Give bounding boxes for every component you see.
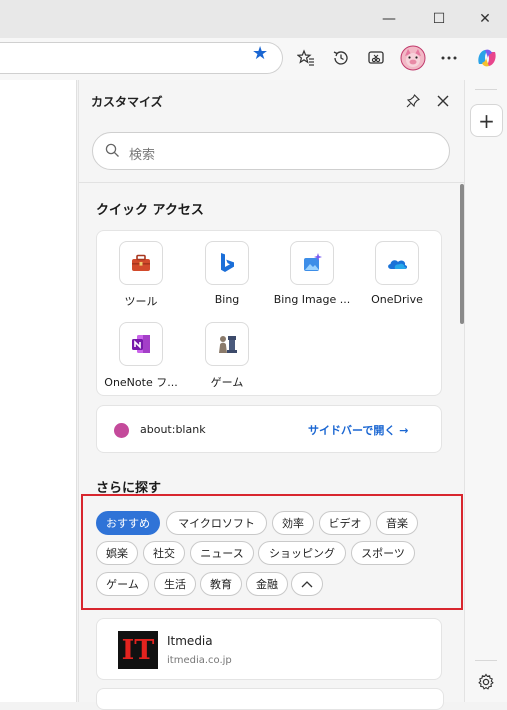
itmedia-logo: IT — [118, 631, 158, 669]
panel-title: カスタマイズ — [91, 95, 163, 109]
tag-video[interactable]: ビデオ — [319, 511, 371, 535]
site-url: itmedia.co.jp — [167, 655, 232, 666]
tag-recommended[interactable]: おすすめ — [96, 511, 160, 535]
quick-access-tile-tools[interactable]: ツール — [98, 231, 182, 308]
open-in-sidebar-card: about:blank サイドバーで開く → — [96, 405, 442, 453]
onedrive-icon — [375, 241, 419, 285]
more-options-icon[interactable] — [435, 44, 463, 72]
web-page-area — [0, 80, 77, 702]
tile-label: Bing — [214, 293, 240, 306]
search-icon — [105, 143, 120, 162]
search-input[interactable]: 検索 — [92, 132, 450, 170]
address-bar[interactable] — [0, 42, 283, 74]
tag-social[interactable]: 社交 — [143, 541, 185, 565]
quick-access-tile-bing[interactable]: Bing — [184, 231, 268, 306]
title-bar: — ☐ ✕ — [0, 0, 507, 38]
news-site-card[interactable]: IT Itmedia itmedia.co.jp — [96, 618, 442, 680]
tag-shopping[interactable]: ショッピング — [258, 541, 346, 565]
edge-sidebar: + — [464, 80, 507, 702]
tag-finance[interactable]: 金融 — [246, 572, 288, 596]
browser-toolbar: ★ — [0, 38, 507, 80]
tag-music[interactable]: 音楽 — [376, 511, 418, 535]
divider — [475, 89, 497, 90]
site-name: Itmedia — [167, 634, 213, 648]
tag-lifestyle[interactable]: 生活 — [154, 572, 196, 596]
chess-icon — [205, 322, 249, 366]
plus-icon: + — [478, 108, 495, 133]
add-sidebar-app-button[interactable]: + — [470, 104, 503, 137]
blank-page-url: about:blank — [140, 423, 206, 436]
close-panel-icon[interactable] — [432, 90, 454, 112]
gear-icon[interactable] — [477, 673, 495, 695]
close-window-button[interactable]: ✕ — [462, 0, 507, 38]
divider — [475, 660, 497, 661]
tag-sports[interactable]: スポーツ — [351, 541, 415, 565]
quick-access-title: クイック アクセス — [96, 203, 204, 218]
quick-access-card: ツール Bing Bing Image ... OneDrive OneNote… — [96, 230, 442, 396]
chevron-up-icon — [301, 581, 313, 588]
tag-news[interactable]: ニュース — [190, 541, 254, 565]
tile-label: ゲーム — [210, 376, 244, 389]
open-in-sidebar-link[interactable]: サイドバーで開く → — [308, 422, 408, 438]
favorite-star-icon[interactable]: ★ — [252, 43, 268, 64]
bing-icon — [205, 241, 249, 285]
bing-image-creator-icon — [290, 241, 334, 285]
pin-icon[interactable] — [402, 90, 424, 112]
next-site-card[interactable] — [96, 688, 444, 710]
profile-avatar-icon[interactable] — [399, 44, 427, 72]
tag-entertainment[interactable]: 娯楽 — [96, 541, 138, 565]
quick-access-tile-onedrive[interactable]: OneDrive — [354, 231, 438, 306]
quick-access-tile-onenote[interactable]: OneNote フ... — [98, 312, 182, 389]
quick-access-tile-games[interactable]: ゲーム — [184, 312, 268, 389]
open-in-sidebar-label: サイドバーで開く — [308, 424, 396, 437]
tile-label: OneDrive — [371, 293, 423, 306]
collapse-tags-button[interactable] — [291, 572, 323, 596]
search-placeholder: 検索 — [129, 148, 156, 163]
tile-label: Bing Image ... — [273, 293, 351, 306]
toolbox-icon — [119, 241, 163, 285]
copilot-icon[interactable] — [473, 44, 501, 72]
arrow-right-icon: → — [399, 424, 409, 437]
onenote-icon — [119, 322, 163, 366]
site-dot-icon — [114, 423, 129, 438]
screenshot-icon[interactable] — [362, 44, 390, 72]
quick-access-tile-bing-image-creator[interactable]: Bing Image ... — [269, 231, 353, 306]
customize-panel: カスタマイズ 検索 クイック アクセス ツール Bing Bing Image … — [78, 80, 465, 710]
minimize-button[interactable]: — — [366, 0, 412, 38]
maximize-button[interactable]: ☐ — [416, 0, 462, 38]
tile-label: OneNote フ... — [104, 376, 178, 389]
divider — [79, 182, 465, 183]
tag-education[interactable]: 教育 — [200, 572, 242, 596]
tag-games[interactable]: ゲーム — [96, 572, 149, 596]
tag-productivity[interactable]: 効率 — [272, 511, 314, 535]
tag-microsoft[interactable]: マイクロソフト — [166, 511, 267, 535]
tile-label: ツール — [124, 295, 158, 308]
favorites-icon[interactable] — [292, 44, 320, 72]
history-icon[interactable] — [327, 44, 355, 72]
